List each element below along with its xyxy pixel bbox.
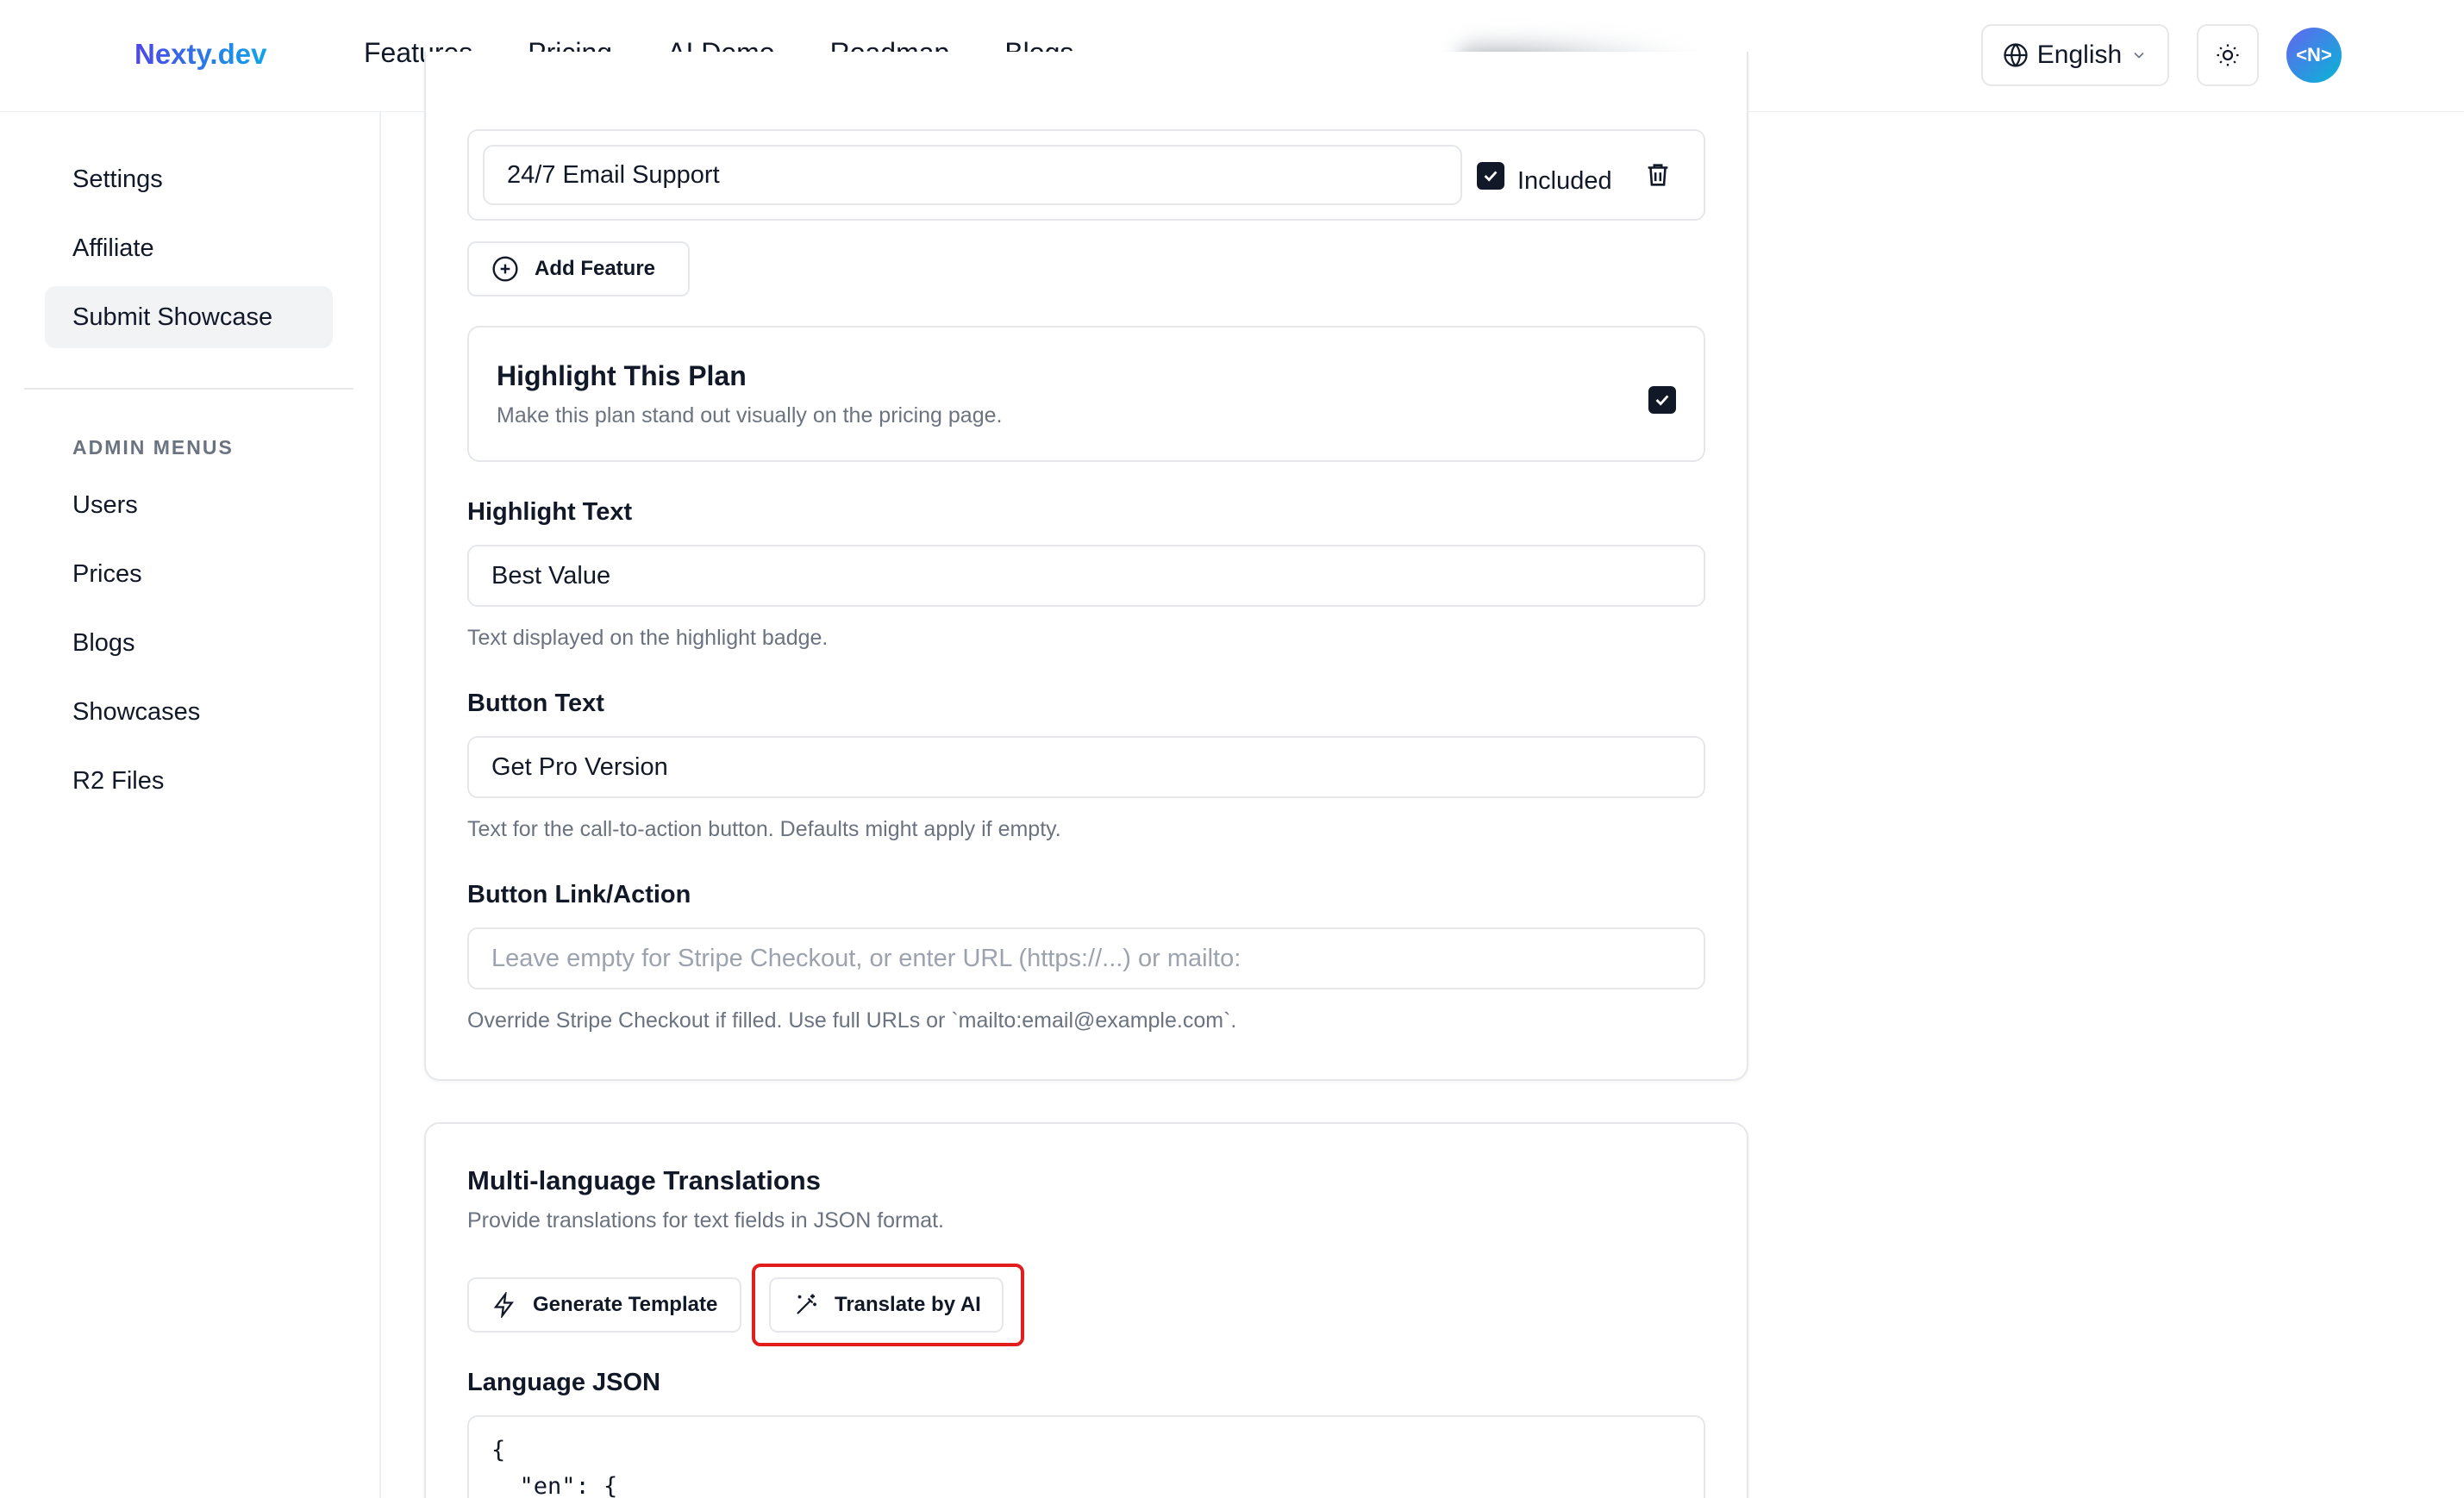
trash-icon <box>1648 164 1668 186</box>
language-json-label: Language JSON <box>467 1369 660 1396</box>
highlight-plan-title: Highlight This Plan <box>497 360 747 391</box>
translations-description: Provide translations for text fields in … <box>467 1208 944 1233</box>
button-text-input[interactable]: Get Pro Version <box>467 736 1705 798</box>
json-line: "en": { <box>491 1473 618 1498</box>
included-label: Included <box>1517 167 1612 195</box>
highlight-plan-box <box>467 326 1705 462</box>
sidebar-item-r2-files[interactable]: R2 Files <box>45 750 333 812</box>
sidebar-item-users[interactable]: Users <box>45 474 333 536</box>
highlight-text-input[interactable]: Best Value <box>467 545 1705 607</box>
highlight-plan-description: Make this plan stand out visually on the… <box>497 403 1003 428</box>
sidebar-item-prices[interactable]: Prices <box>45 543 333 605</box>
add-feature-label: Add Feature <box>535 257 656 280</box>
sidebar: Settings Affiliate Submit Showcase ADMIN… <box>0 112 381 1498</box>
generate-template-button[interactable]: Generate Template <box>467 1277 741 1333</box>
language-selector[interactable]: English <box>1981 24 2169 86</box>
sidebar-item-showcases[interactable]: Showcases <box>45 681 333 743</box>
sidebar-item-settings[interactable]: Settings <box>45 148 333 210</box>
generate-template-label: Generate Template <box>533 1293 718 1316</box>
globe-icon <box>2004 43 2028 67</box>
button-link-help: Override Stripe Checkout if filled. Use … <box>467 1008 1237 1033</box>
language-json-editor[interactable]: { "en": { <box>467 1415 1705 1498</box>
json-line: { <box>491 1437 506 1464</box>
highlight-text-help: Text displayed on the highlight badge. <box>467 626 829 650</box>
language-label: English <box>2036 41 2123 69</box>
button-text-label: Button Text <box>467 690 604 717</box>
button-link-label: Button Link/Action <box>467 881 691 908</box>
sidebar-item-submit-showcase[interactable]: Submit Showcase <box>45 286 333 348</box>
plus-circle-icon <box>492 256 518 282</box>
add-feature-button[interactable]: Add Feature <box>467 241 690 296</box>
sidebar-item-blogs[interactable]: Blogs <box>45 612 333 674</box>
sidebar-item-affiliate[interactable]: Affiliate <box>45 217 333 279</box>
admin-menus-heading: ADMIN MENUS <box>72 436 234 459</box>
sidebar-divider <box>24 388 353 390</box>
highlight-annotation-box <box>752 1264 1024 1346</box>
logo[interactable]: Nexty.dev <box>134 38 266 71</box>
delete-feature-button[interactable] <box>1643 160 1673 194</box>
chevron-down-icon <box>2134 52 2144 59</box>
avatar[interactable]: <N> <box>2286 28 2342 83</box>
included-checkbox[interactable] <box>1477 162 1504 190</box>
button-text-help: Text for the call-to-action button. Defa… <box>467 817 1061 841</box>
lightning-icon <box>493 1292 514 1318</box>
highlight-plan-checkbox[interactable] <box>1648 386 1676 414</box>
check-icon <box>1655 395 1669 406</box>
highlight-text-label: Highlight Text <box>467 498 633 526</box>
theme-toggle-button[interactable] <box>2197 24 2259 86</box>
sun-icon <box>2217 44 2239 66</box>
check-icon <box>1484 171 1498 182</box>
translations-title: Multi-language Translations <box>467 1165 821 1195</box>
feature-input[interactable]: 24/7 Email Support <box>483 145 1462 205</box>
button-link-input[interactable]: Leave empty for Stripe Checkout, or ente… <box>467 927 1705 989</box>
